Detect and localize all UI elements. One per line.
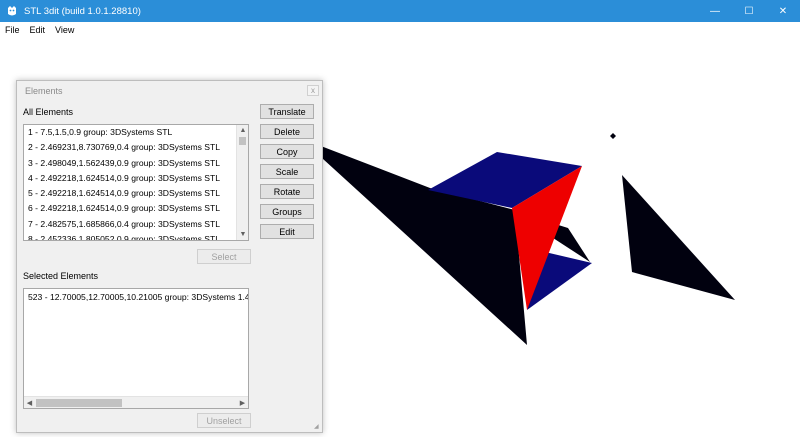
list-item[interactable]: 2 - 2.469231,8.730769,0.4 group: 3DSyste… <box>24 140 248 155</box>
elements-close-button[interactable]: x <box>307 85 319 96</box>
unselect-button[interactable]: Unselect <box>197 413 251 428</box>
minimize-icon: — <box>710 5 720 17</box>
model-dark-side-face <box>622 175 735 300</box>
maximize-button[interactable]: ☐ <box>732 0 766 22</box>
app-icon <box>6 5 18 17</box>
menu-view[interactable]: View <box>50 25 79 35</box>
scale-button[interactable]: Scale <box>260 164 314 179</box>
delete-button[interactable]: Delete <box>260 124 314 139</box>
selected-elements-list[interactable]: 523 - 12.70005,12.70005,10.21005 group: … <box>23 288 249 409</box>
list-item[interactable]: 8 - 2.452336,1.805052,0.9 group: 3DSyste… <box>24 232 248 240</box>
menu-file[interactable]: File <box>0 25 25 35</box>
window-controls: — ☐ ✕ <box>698 0 800 22</box>
scroll-thumb[interactable] <box>36 399 122 407</box>
close-icon: x <box>311 86 315 95</box>
list-item[interactable]: 5 - 2.492218,1.624514,0.9 group: 3DSyste… <box>24 186 248 201</box>
list-item[interactable]: 6 - 2.492218,1.624514,0.9 group: 3DSyste… <box>24 201 248 216</box>
rotate-button[interactable]: Rotate <box>260 184 314 199</box>
edit-button[interactable]: Edit <box>260 224 314 239</box>
window-title: STL 3dit (build 1.0.1.28810) <box>24 5 141 17</box>
scroll-up-icon[interactable]: ▲ <box>237 125 248 136</box>
model-vertex-point <box>610 133 616 139</box>
selected-elements-label: Selected Elements <box>23 271 99 281</box>
close-button[interactable]: ✕ <box>766 0 800 22</box>
scroll-down-icon[interactable]: ▼ <box>237 229 248 240</box>
scroll-right-icon[interactable]: ▶ <box>237 397 248 408</box>
scroll-thumb[interactable] <box>239 137 246 145</box>
elements-title: Elements <box>25 86 63 96</box>
selected-list-item[interactable]: 523 - 12.70005,12.70005,10.21005 group: … <box>24 289 248 304</box>
select-button[interactable]: Select <box>197 249 251 264</box>
list-item[interactable]: 7 - 2.482575,1.685866,0.4 group: 3DSyste… <box>24 217 248 232</box>
copy-button[interactable]: Copy <box>260 144 314 159</box>
list-item[interactable]: 4 - 2.492218,1.624514,0.9 group: 3DSyste… <box>24 171 248 186</box>
all-elements-label: All Elements <box>23 107 74 117</box>
menu-edit[interactable]: Edit <box>25 25 51 35</box>
menu-bar: File Edit View <box>0 22 800 37</box>
selected-elements-hscrollbar[interactable]: ◀ ▶ <box>24 396 248 408</box>
list-item[interactable]: 3 - 2.498049,1.562439,0.9 group: 3DSyste… <box>24 156 248 171</box>
close-icon: ✕ <box>778 5 788 17</box>
maximize-icon: ☐ <box>744 5 754 17</box>
title-bar: STL 3dit (build 1.0.1.28810) — ☐ ✕ <box>0 0 800 22</box>
minimize-button[interactable]: — <box>698 0 732 22</box>
groups-button[interactable]: Groups <box>260 204 314 219</box>
resize-grip-icon[interactable]: ◢ <box>314 424 320 430</box>
scroll-left-icon[interactable]: ◀ <box>24 397 35 408</box>
list-item[interactable]: 1 - 7.5,1.5,0.9 group: 3DSystems STL <box>24 125 248 140</box>
all-elements-vscrollbar[interactable]: ▲ ▼ <box>236 125 248 240</box>
all-elements-rows: 1 - 7.5,1.5,0.9 group: 3DSystems STL 2 -… <box>24 125 248 240</box>
all-elements-list[interactable]: 1 - 7.5,1.5,0.9 group: 3DSystems STL 2 -… <box>23 124 249 241</box>
elements-window: Elements x All Elements 1 - 7.5,1.5,0.9 … <box>16 80 323 433</box>
translate-button[interactable]: Translate <box>260 104 314 119</box>
